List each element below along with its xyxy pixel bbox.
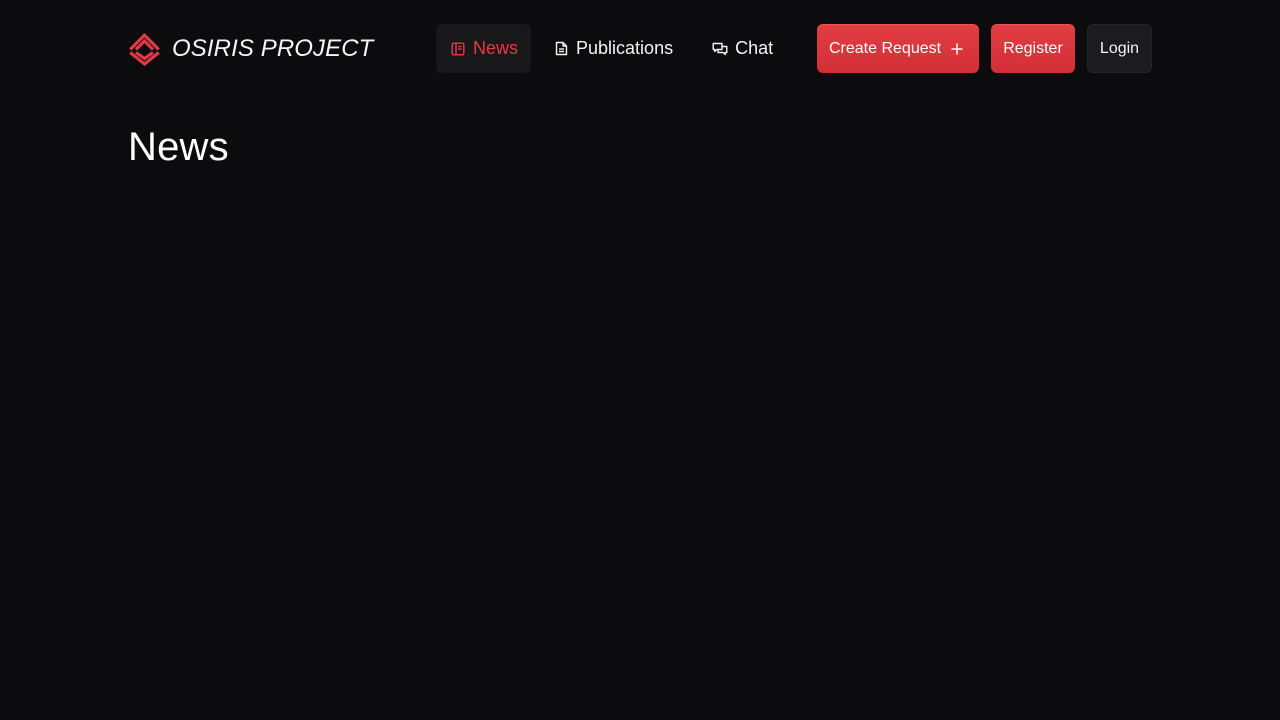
nav-item-chat[interactable]: Chat [698, 24, 786, 73]
nav-item-label: Chat [735, 38, 774, 58]
login-button[interactable]: Login [1087, 24, 1152, 73]
nav-item-publications[interactable]: Publications [539, 24, 686, 73]
brand-name: OSIRIS PROJECT [172, 35, 374, 62]
page: OSIRIS PROJECT News Publications Chat Cr… [0, 0, 1280, 720]
osiris-diamond-logo-icon [128, 32, 161, 66]
nav-item-label: News [473, 38, 519, 58]
create-request-button[interactable]: Create Request [817, 24, 979, 73]
main-nav: News Publications Chat [436, 24, 786, 73]
register-button[interactable]: Register [991, 24, 1075, 73]
newspaper-icon [450, 41, 466, 57]
page-title: News [128, 125, 229, 169]
create-request-label: Create Request [829, 39, 942, 57]
nav-item-label: Publications [576, 38, 674, 58]
brand-home-link[interactable]: OSIRIS PROJECT [128, 32, 373, 66]
plus-icon [950, 42, 964, 56]
nav-item-news[interactable]: News [436, 24, 532, 73]
top-navbar: OSIRIS PROJECT News Publications Chat Cr… [0, 0, 1280, 96]
chat-bubbles-icon [712, 41, 728, 57]
document-icon [553, 41, 569, 57]
header-actions: Create Request Register Login [817, 24, 1152, 73]
